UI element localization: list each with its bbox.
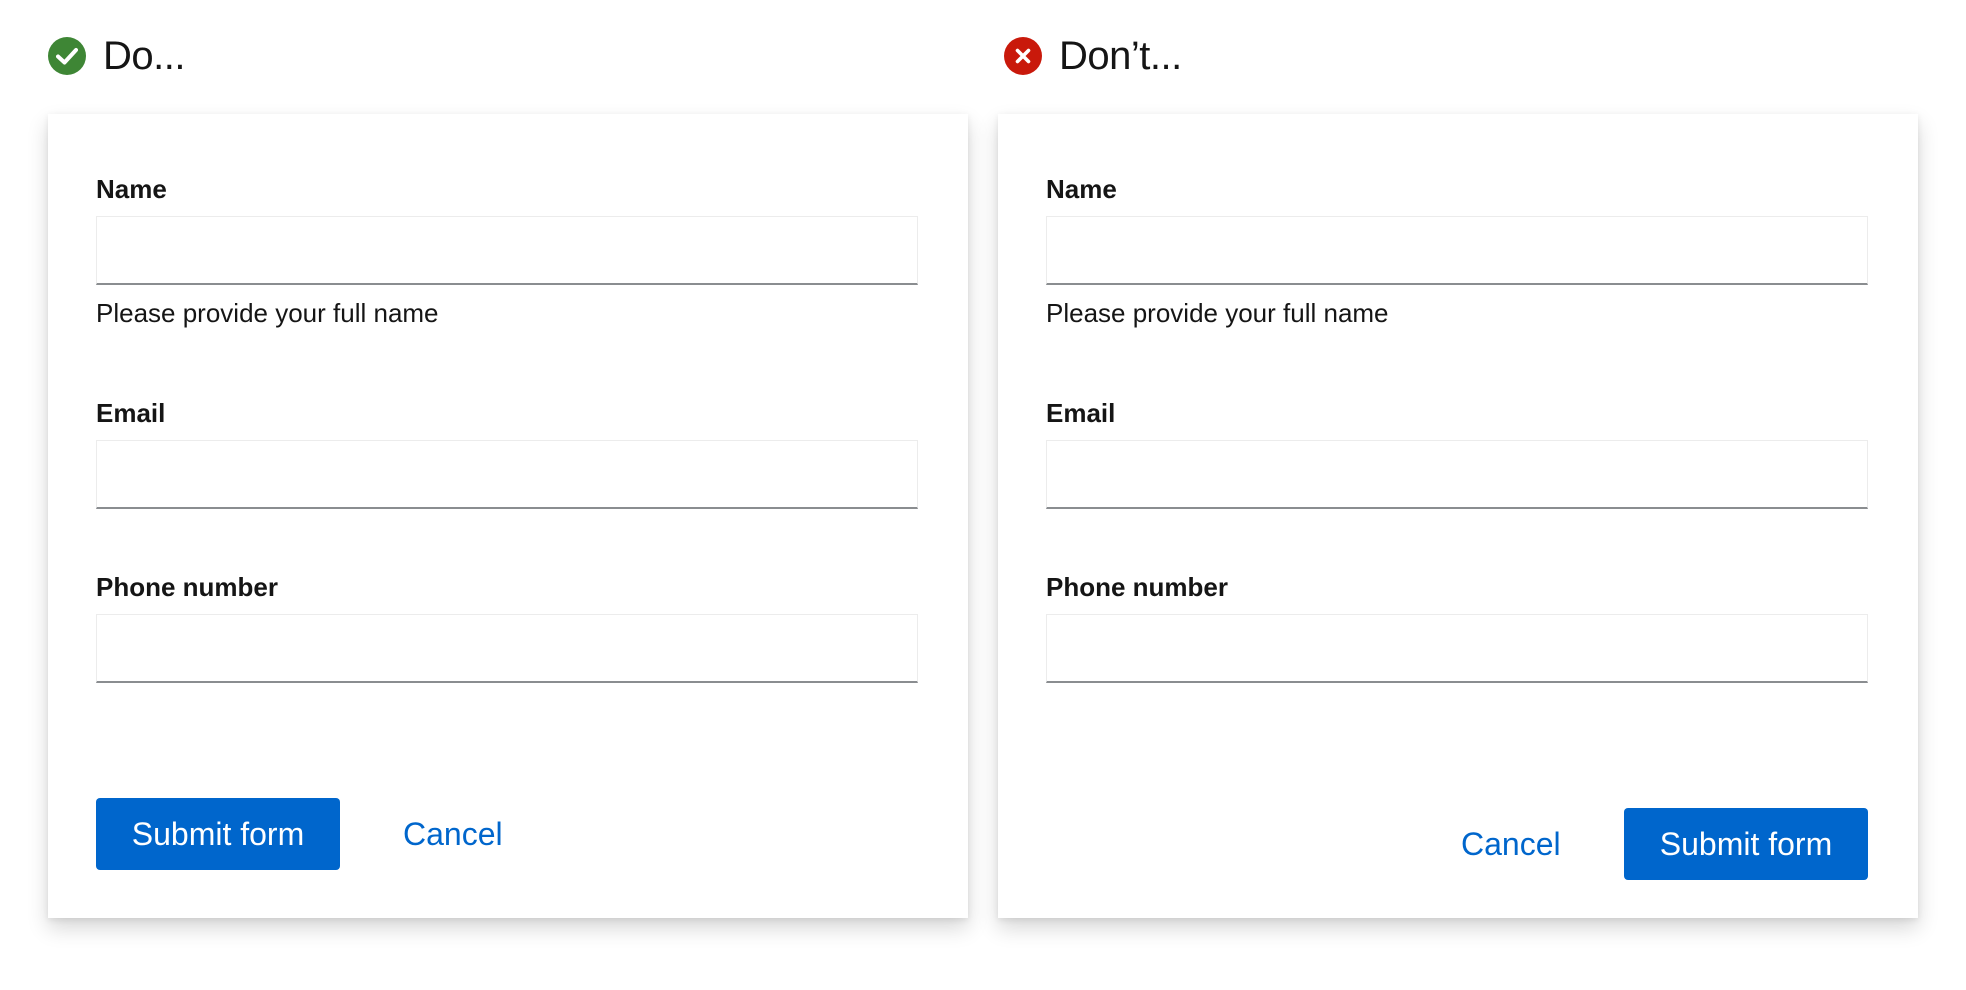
phone-number-label: Phone number (1046, 572, 1229, 602)
cancel-button[interactable]: Cancel (1461, 808, 1561, 880)
email-input[interactable] (1046, 440, 1868, 509)
phone-number-label: Phone number (96, 572, 279, 602)
dont-header-label: Don’t... (1059, 34, 1182, 78)
name-input[interactable] (96, 216, 918, 285)
do-header-label: Do... (103, 34, 185, 78)
email-label: Email (1046, 398, 1116, 428)
name-label: Name (96, 174, 167, 204)
name-helper-text: Please provide your full name (1046, 298, 1389, 328)
name-label: Name (1046, 174, 1117, 204)
phone-number-input[interactable] (96, 614, 918, 683)
dont-example-form-card: Name Please provide your full name Email… (998, 114, 1918, 918)
do-example-form-card: Name Please provide your full name Email… (48, 114, 968, 918)
dont-example-header: Don’t... (1004, 28, 1182, 84)
email-label: Email (96, 398, 166, 428)
name-helper-text: Please provide your full name (96, 298, 439, 328)
do-example-header: Do... (48, 28, 185, 84)
check-circle-icon (48, 37, 86, 75)
submit-form-button[interactable]: Submit form (96, 798, 340, 870)
submit-form-button[interactable]: Submit form (1624, 808, 1868, 880)
name-input[interactable] (1046, 216, 1868, 285)
times-circle-icon (1004, 37, 1042, 75)
phone-number-input[interactable] (1046, 614, 1868, 683)
cancel-button[interactable]: Cancel (403, 798, 503, 870)
email-input[interactable] (96, 440, 918, 509)
